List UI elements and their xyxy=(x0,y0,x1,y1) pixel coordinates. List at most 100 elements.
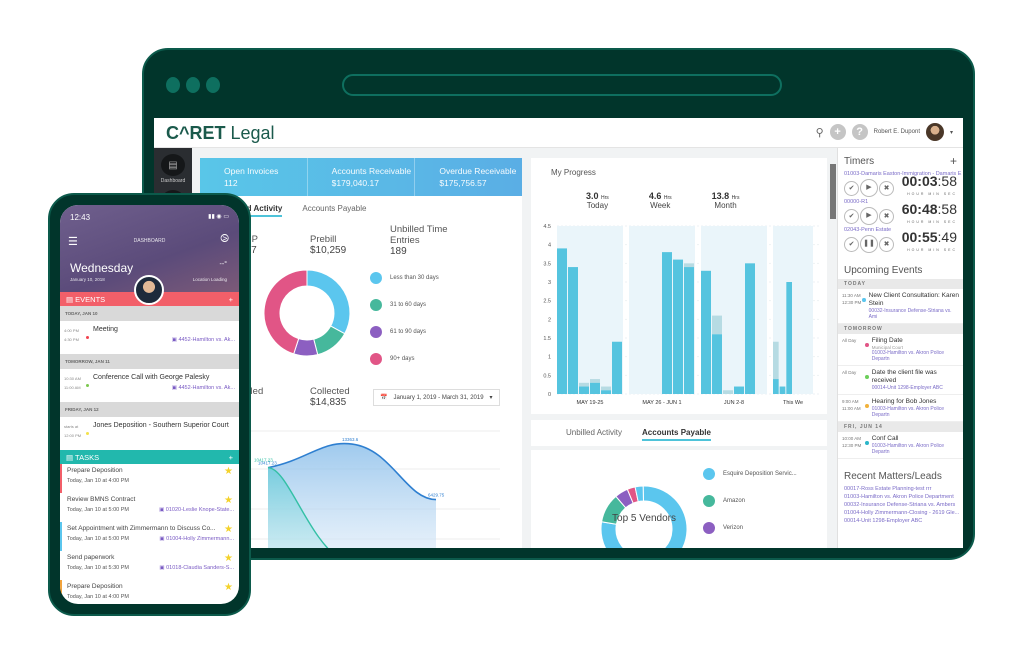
billed-bar[interactable] xyxy=(568,267,578,394)
collapse-handle[interactable] xyxy=(830,164,836,219)
star-icon[interactable]: ★ xyxy=(224,553,233,564)
kpi-accounts-receivable[interactable]: Accounts Receivable $179,040.17 xyxy=(308,158,416,196)
timer-hours-minutes: 60:48 xyxy=(901,201,938,217)
event-item[interactable]: All Day Filing Date Municipal Court 01003-H… xyxy=(838,334,963,366)
phone-task-matter-link[interactable]: ▣ 01018-Claudia Sanders-S... xyxy=(159,565,234,571)
browser-window: C^RET Legal ⚲ + ? Robert E. Dupont ▾ ▤ D… xyxy=(142,48,975,560)
phone-task-item[interactable]: Set Appointment with Zimmermann to Discu… xyxy=(60,522,239,551)
phone-task-item[interactable]: Prepare Deposition ★ Today, Jan 10 at 4:00… xyxy=(60,580,239,604)
event-item[interactable]: All Day Date the client file was received… xyxy=(838,366,963,395)
event-title: New Client Consultation: Karen Stein xyxy=(868,292,959,307)
play-icon[interactable]: ▶ xyxy=(860,179,878,197)
recent-matter-link[interactable]: 00014-Unit 1298-Employer ABC xyxy=(838,517,963,525)
window-dot-maximize[interactable] xyxy=(206,77,220,93)
phone-task-item[interactable]: Send paperwork ★ Today, Jan 10 at 5:30 PM ▣… xyxy=(60,551,239,580)
chevron-down-icon[interactable]: ▾ xyxy=(950,129,953,136)
address-bar[interactable] xyxy=(342,74,782,96)
play-icon[interactable]: ▶ xyxy=(860,207,878,225)
caret-legal-logo[interactable]: C^RET Legal xyxy=(166,123,275,144)
billed-bar[interactable] xyxy=(734,386,744,394)
unbilled-bar[interactable] xyxy=(684,263,694,268)
phone-event-matter-link[interactable]: ▣ 4452-Hamilton vs. Ak... xyxy=(93,385,235,391)
check-icon[interactable]: ✔ xyxy=(844,236,859,252)
billed-bar[interactable] xyxy=(712,334,722,394)
kpi-open-invoices[interactable]: Open Invoices 112 xyxy=(200,158,308,196)
billed-bar[interactable] xyxy=(701,270,711,394)
unbilled-bar[interactable] xyxy=(723,390,733,394)
add-timer-button[interactable]: + xyxy=(950,154,957,168)
timer-hours-minutes: 00:55 xyxy=(901,229,938,245)
phone-task-matter-link[interactable]: ▣ 01004-Holly Zimmermann... xyxy=(159,536,234,542)
recent-matter-link[interactable]: 00017-Ross Estate Planning-test rrr xyxy=(838,485,963,493)
user-name[interactable]: Robert E. Dupont xyxy=(874,129,920,135)
date-range-value: January 1, 2019 - March 31, 2019 xyxy=(393,394,484,401)
rss-icon[interactable]: ⧁ xyxy=(220,233,229,246)
billed-bar[interactable] xyxy=(557,248,567,394)
event-matter-link[interactable]: 01003-Hamilton vs. Akron Police Departn xyxy=(872,350,959,362)
event-matter-link[interactable]: 00014-Unit 1298-Employer ABC xyxy=(872,385,959,391)
add-event-button[interactable]: + xyxy=(229,295,233,304)
unbilled-bar[interactable] xyxy=(601,386,611,391)
billed-bar[interactable] xyxy=(745,263,755,394)
event-matter-link[interactable]: 01003-Hamilton vs. Akron Police Departn xyxy=(872,443,959,455)
close-icon[interactable]: ✖ xyxy=(879,180,894,196)
kpi-overdue-receivable[interactable]: Overdue Receivable $175,756.57 xyxy=(415,158,522,196)
recent-matter-link[interactable]: 01004-Holly Zimmermann-Closing - 2619 Gl… xyxy=(838,509,963,517)
timer-units: HOUR MIN SEC xyxy=(907,192,957,196)
billed-bar[interactable] xyxy=(684,267,694,394)
add-task-button[interactable]: + xyxy=(229,453,233,462)
legend-label: 31 to 60 days xyxy=(390,301,427,308)
legend-dot xyxy=(370,271,382,284)
phone-task-item[interactable]: Prepare Deposition ★ Today, Jan 10 at 4:00… xyxy=(60,464,239,493)
billed-bar[interactable] xyxy=(590,382,600,394)
star-icon[interactable]: ★ xyxy=(224,495,233,506)
phone-task-matter-link[interactable]: ▣ 01020-Leslie Knope-State... xyxy=(159,507,234,513)
phone-event-matter-link[interactable]: ▣ 4452-Hamilton vs. Ak... xyxy=(93,337,235,343)
phone-event-item[interactable]: starts at 12:00 PM Jones Deposition - Sout… xyxy=(60,417,239,450)
add-button[interactable]: + xyxy=(829,124,846,140)
sidebar-item-dashboard[interactable]: Dashboard xyxy=(154,178,192,184)
tab-accounts-payable[interactable]: Accounts Payable xyxy=(302,204,366,217)
close-icon[interactable]: ✖ xyxy=(879,208,894,224)
help-button[interactable]: ? xyxy=(851,124,868,140)
star-icon[interactable]: ★ xyxy=(224,582,233,593)
check-icon[interactable]: ✔ xyxy=(844,208,859,224)
billed-bar[interactable] xyxy=(612,341,622,394)
pause-icon[interactable]: ❚❚ xyxy=(860,235,878,253)
tab-unbilled-activity[interactable]: Unbilled Activity xyxy=(566,428,622,441)
billed-bar[interactable] xyxy=(786,282,792,394)
billed-bar[interactable] xyxy=(601,390,611,394)
user-avatar[interactable] xyxy=(925,123,944,141)
event-matter-link[interactable]: 01003-Hamilton vs. Akron Police Departn xyxy=(872,406,959,418)
user-avatar[interactable] xyxy=(134,275,164,305)
window-dot-close[interactable] xyxy=(166,77,180,93)
billed-bar[interactable] xyxy=(662,252,672,394)
billed-bar[interactable] xyxy=(673,259,683,394)
billed-bar[interactable] xyxy=(773,379,779,394)
phone-event-item[interactable]: 4:00 PM 4:30 PM Meeting ▣ 4452-Hamilton vs.… xyxy=(60,321,239,354)
star-icon[interactable]: ★ xyxy=(224,466,233,477)
search-icon[interactable]: ⚲ xyxy=(816,126,824,139)
star-icon[interactable]: ★ xyxy=(224,524,233,535)
event-matter-link[interactable]: 00032-Insurance Defense-Striana vs. Ami xyxy=(869,308,959,320)
event-item[interactable]: 11:30 AM 12:30 PM New Client Consultation:… xyxy=(838,289,963,324)
unbilled-bar[interactable] xyxy=(773,341,779,380)
unbilled-bar[interactable] xyxy=(579,382,589,387)
tab-accounts-payable[interactable]: Accounts Payable xyxy=(642,428,711,441)
unbilled-bar[interactable] xyxy=(712,315,722,335)
recent-matter-link[interactable]: 01003-Hamilton vs. Akron Police Departme… xyxy=(838,493,963,501)
billed-bar[interactable] xyxy=(779,386,786,394)
event-item[interactable]: 9:00 AM 11:00 AM Hearing for Bob Jones 0100… xyxy=(838,395,963,422)
event-item[interactable]: 10:00 AM 12:30 PM Conf Call 01003-Hamilton … xyxy=(838,432,963,459)
recent-matter-link[interactable]: 00032-Insurance Defense-Striana vs. Ambe… xyxy=(838,501,963,509)
check-icon[interactable]: ✔ xyxy=(844,180,859,196)
date-range-picker[interactable]: 📅 January 1, 2019 - March 31, 2019 ▾ xyxy=(373,389,500,406)
phone-event-item[interactable]: 10:30 AM 11:00 AM Conference Call with Geo… xyxy=(60,369,239,402)
donut-slice-less-than-30-days[interactable] xyxy=(306,269,351,335)
dashboard-icon[interactable]: ▤ xyxy=(161,154,185,176)
close-icon[interactable]: ✖ xyxy=(879,236,894,252)
unbilled-bar[interactable] xyxy=(590,379,600,383)
billed-bar[interactable] xyxy=(579,386,589,394)
window-dot-minimize[interactable] xyxy=(186,77,200,93)
phone-task-item[interactable]: Review BMNS Contract ★ Today, Jan 10 at 5:… xyxy=(60,493,239,522)
